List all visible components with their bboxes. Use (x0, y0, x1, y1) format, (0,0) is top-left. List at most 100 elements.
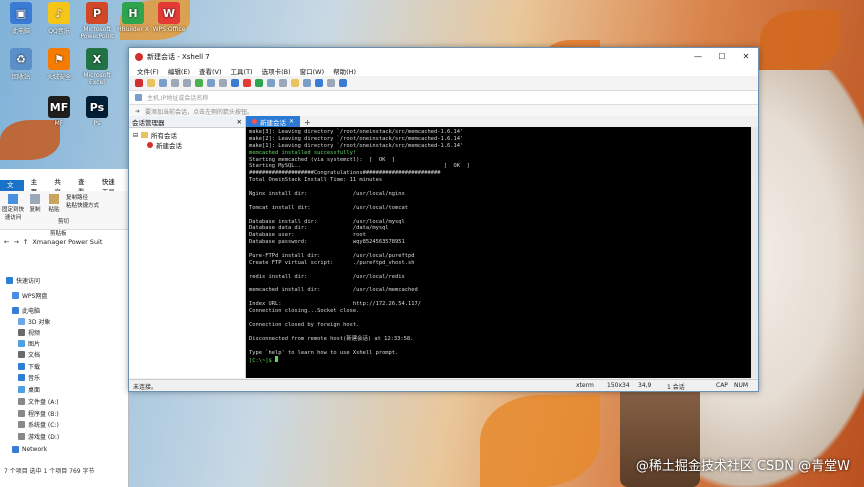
menu-item[interactable]: 文件(F) (137, 66, 159, 76)
nav-label: 3D 对象 (28, 319, 51, 326)
session-tree-new-session[interactable]: 新建会话 (129, 140, 245, 150)
desktop-icon[interactable]: ♪ QQ音乐 (40, 2, 78, 35)
cursor-position: 34,9 (638, 382, 652, 389)
terminal-line: Pure-FTPd install dir: /usr/local/pureft… (249, 253, 415, 260)
nav-item[interactable]: 图片 (18, 339, 40, 348)
nav-item[interactable]: 视频 (18, 328, 40, 337)
desktop-icon[interactable]: Ps Ps (78, 96, 116, 127)
menu-item[interactable]: 帮助(H) (333, 66, 356, 76)
toolbar-button-icon[interactable] (315, 79, 323, 87)
window-title: 新建会话 - Xshell 7 (147, 52, 210, 61)
desktop-icon[interactable]: H HBuilder X (114, 2, 152, 33)
toolbar-button-icon[interactable] (327, 79, 335, 87)
nav-item[interactable]: Network (12, 446, 47, 453)
toolbar-button-icon[interactable] (159, 79, 167, 87)
terminal-scrollbar[interactable] (751, 127, 758, 378)
tab-new-session[interactable]: 新建会话 ✕ (246, 116, 301, 127)
host-input[interactable]: 主机,IP地址或会话名称 (147, 93, 208, 102)
toolbar-button-icon[interactable] (339, 79, 347, 87)
session-manager-panel: 会话管理器 ✕ ⊟ 所有会话 新建会话 (129, 116, 246, 378)
terminal-tab-strip: 新建会话 ✕ + (246, 116, 758, 127)
minimize-button[interactable]: — (686, 48, 710, 65)
up-arrow-icon[interactable]: ↑ (23, 238, 28, 246)
toolbar-button-icon[interactable] (267, 79, 275, 87)
paste-button[interactable]: 粘贴 (46, 194, 62, 213)
nav-item[interactable]: WPS网盘 (12, 291, 47, 300)
toolbar-button-icon[interactable] (279, 79, 287, 87)
maximize-button[interactable]: ☐ (710, 48, 734, 65)
desktop-icon[interactable]: X Microsoft Excel (78, 48, 116, 86)
nav-label: 系统盘 (C:) (28, 422, 59, 429)
toolbar-button-icon[interactable] (195, 79, 203, 87)
toolbar-button-icon[interactable] (183, 79, 191, 87)
nav-item[interactable]: 此电脑 (12, 306, 40, 315)
nav-item[interactable]: 游戏盘 (D:) (18, 432, 59, 441)
close-button[interactable]: ✕ (734, 48, 758, 65)
nav-icon (18, 351, 25, 358)
desktop-icon[interactable]: ▣ 此电脑 (2, 2, 40, 35)
nav-label: 下载 (28, 364, 41, 371)
toolbar-button-icon[interactable] (303, 79, 311, 87)
tab-close-icon[interactable]: ✕ (289, 118, 294, 125)
nav-item[interactable]: 3D 对象 (18, 317, 50, 326)
nav-item[interactable]: 桌面 (18, 385, 40, 394)
explorer-ribbon: 固定到快速访问 复制 粘贴 复制路径 粘贴快捷方式 剪切 剪贴板 (0, 191, 128, 237)
toolbar-button-icon[interactable] (231, 79, 239, 87)
toolbar-button-icon[interactable] (219, 79, 227, 87)
nav-item[interactable]: 音乐 (18, 373, 40, 382)
copy-path-button[interactable]: 复制路径 (66, 193, 88, 201)
toolbar-button-icon[interactable] (255, 79, 263, 87)
window-controls: — ☐ ✕ (686, 48, 758, 65)
add-session-arrow-icon[interactable]: ➜ (135, 108, 140, 115)
pin-quick-access-button[interactable]: 固定到快速访问 (2, 194, 24, 221)
forward-arrow-icon[interactable]: → (13, 238, 18, 246)
xshell-titlebar[interactable]: 新建会话 - Xshell 7 — ☐ ✕ (129, 48, 758, 65)
terminal-output[interactable]: make[3]: Leaving directory `/root/oneins… (246, 127, 751, 378)
menu-item[interactable]: 选项卡(B) (262, 66, 291, 76)
nav-icon (12, 292, 19, 299)
menu-item[interactable]: 查看(V) (199, 66, 222, 76)
add-tab-button[interactable]: + (300, 118, 315, 127)
collapse-icon[interactable]: ⊟ (133, 132, 138, 139)
menu-item[interactable]: 编辑(E) (168, 66, 190, 76)
nav-item[interactable]: 下载 (18, 362, 40, 371)
copy-button[interactable]: 复制 (27, 194, 43, 213)
nav-item[interactable]: 快速访问 (6, 276, 40, 285)
toolbar-button-icon[interactable] (147, 79, 155, 87)
terminal-line: Connection closing...Socket close. (249, 308, 360, 315)
nav-label: 游戏盘 (D:) (28, 434, 60, 441)
tab-file[interactable]: 文件 (0, 180, 24, 200)
menu-item[interactable]: 窗口(W) (300, 66, 325, 76)
nav-item[interactable]: 系统盘 (C:) (18, 420, 59, 429)
session-tree-all[interactable]: ⊟ 所有会话 (129, 130, 245, 141)
toolbar-button-icon[interactable] (243, 79, 251, 87)
nav-item[interactable]: 文件盘 (A:) (18, 397, 59, 406)
terminal-line: Total OneinStack Install Time: 11 minute… (249, 177, 383, 184)
desktop-icon[interactable]: ⚑ 火绒安全 (40, 48, 78, 81)
toolbar-button-icon[interactable] (291, 79, 299, 87)
cut-button[interactable]: 剪切 (58, 217, 69, 225)
terminal-line: Database user: root (249, 232, 366, 239)
app-icon: ▣ (10, 2, 32, 24)
app-icon: X (86, 48, 108, 70)
toolbar-button-icon[interactable] (207, 79, 215, 87)
desktop-icon[interactable]: W WPS Office (150, 2, 188, 33)
nav-item[interactable]: 程序盘 (B:) (18, 409, 59, 418)
desktop-icon-label: QQ音乐 (48, 28, 70, 35)
desktop-icon[interactable]: ♻ 回收站 (2, 48, 40, 81)
paste-shortcut-button[interactable]: 粘贴快捷方式 (66, 201, 99, 209)
toolbar-button-icon[interactable] (135, 79, 143, 87)
address-path[interactable]: Xmanager Power Suit (32, 238, 102, 246)
nav-icon (18, 374, 25, 381)
nav-item[interactable]: 文档 (18, 350, 40, 359)
back-arrow-icon[interactable]: ← (4, 238, 9, 246)
nav-icon (18, 386, 25, 393)
session-manager-close-icon[interactable]: ✕ (237, 118, 242, 126)
desktop-icon[interactable]: MF MF (40, 96, 78, 127)
menu-item[interactable]: 工具(T) (231, 66, 253, 76)
desktop-icon[interactable]: P Microsoft PowerPoint (78, 2, 116, 40)
toolbar-button-icon[interactable] (171, 79, 179, 87)
